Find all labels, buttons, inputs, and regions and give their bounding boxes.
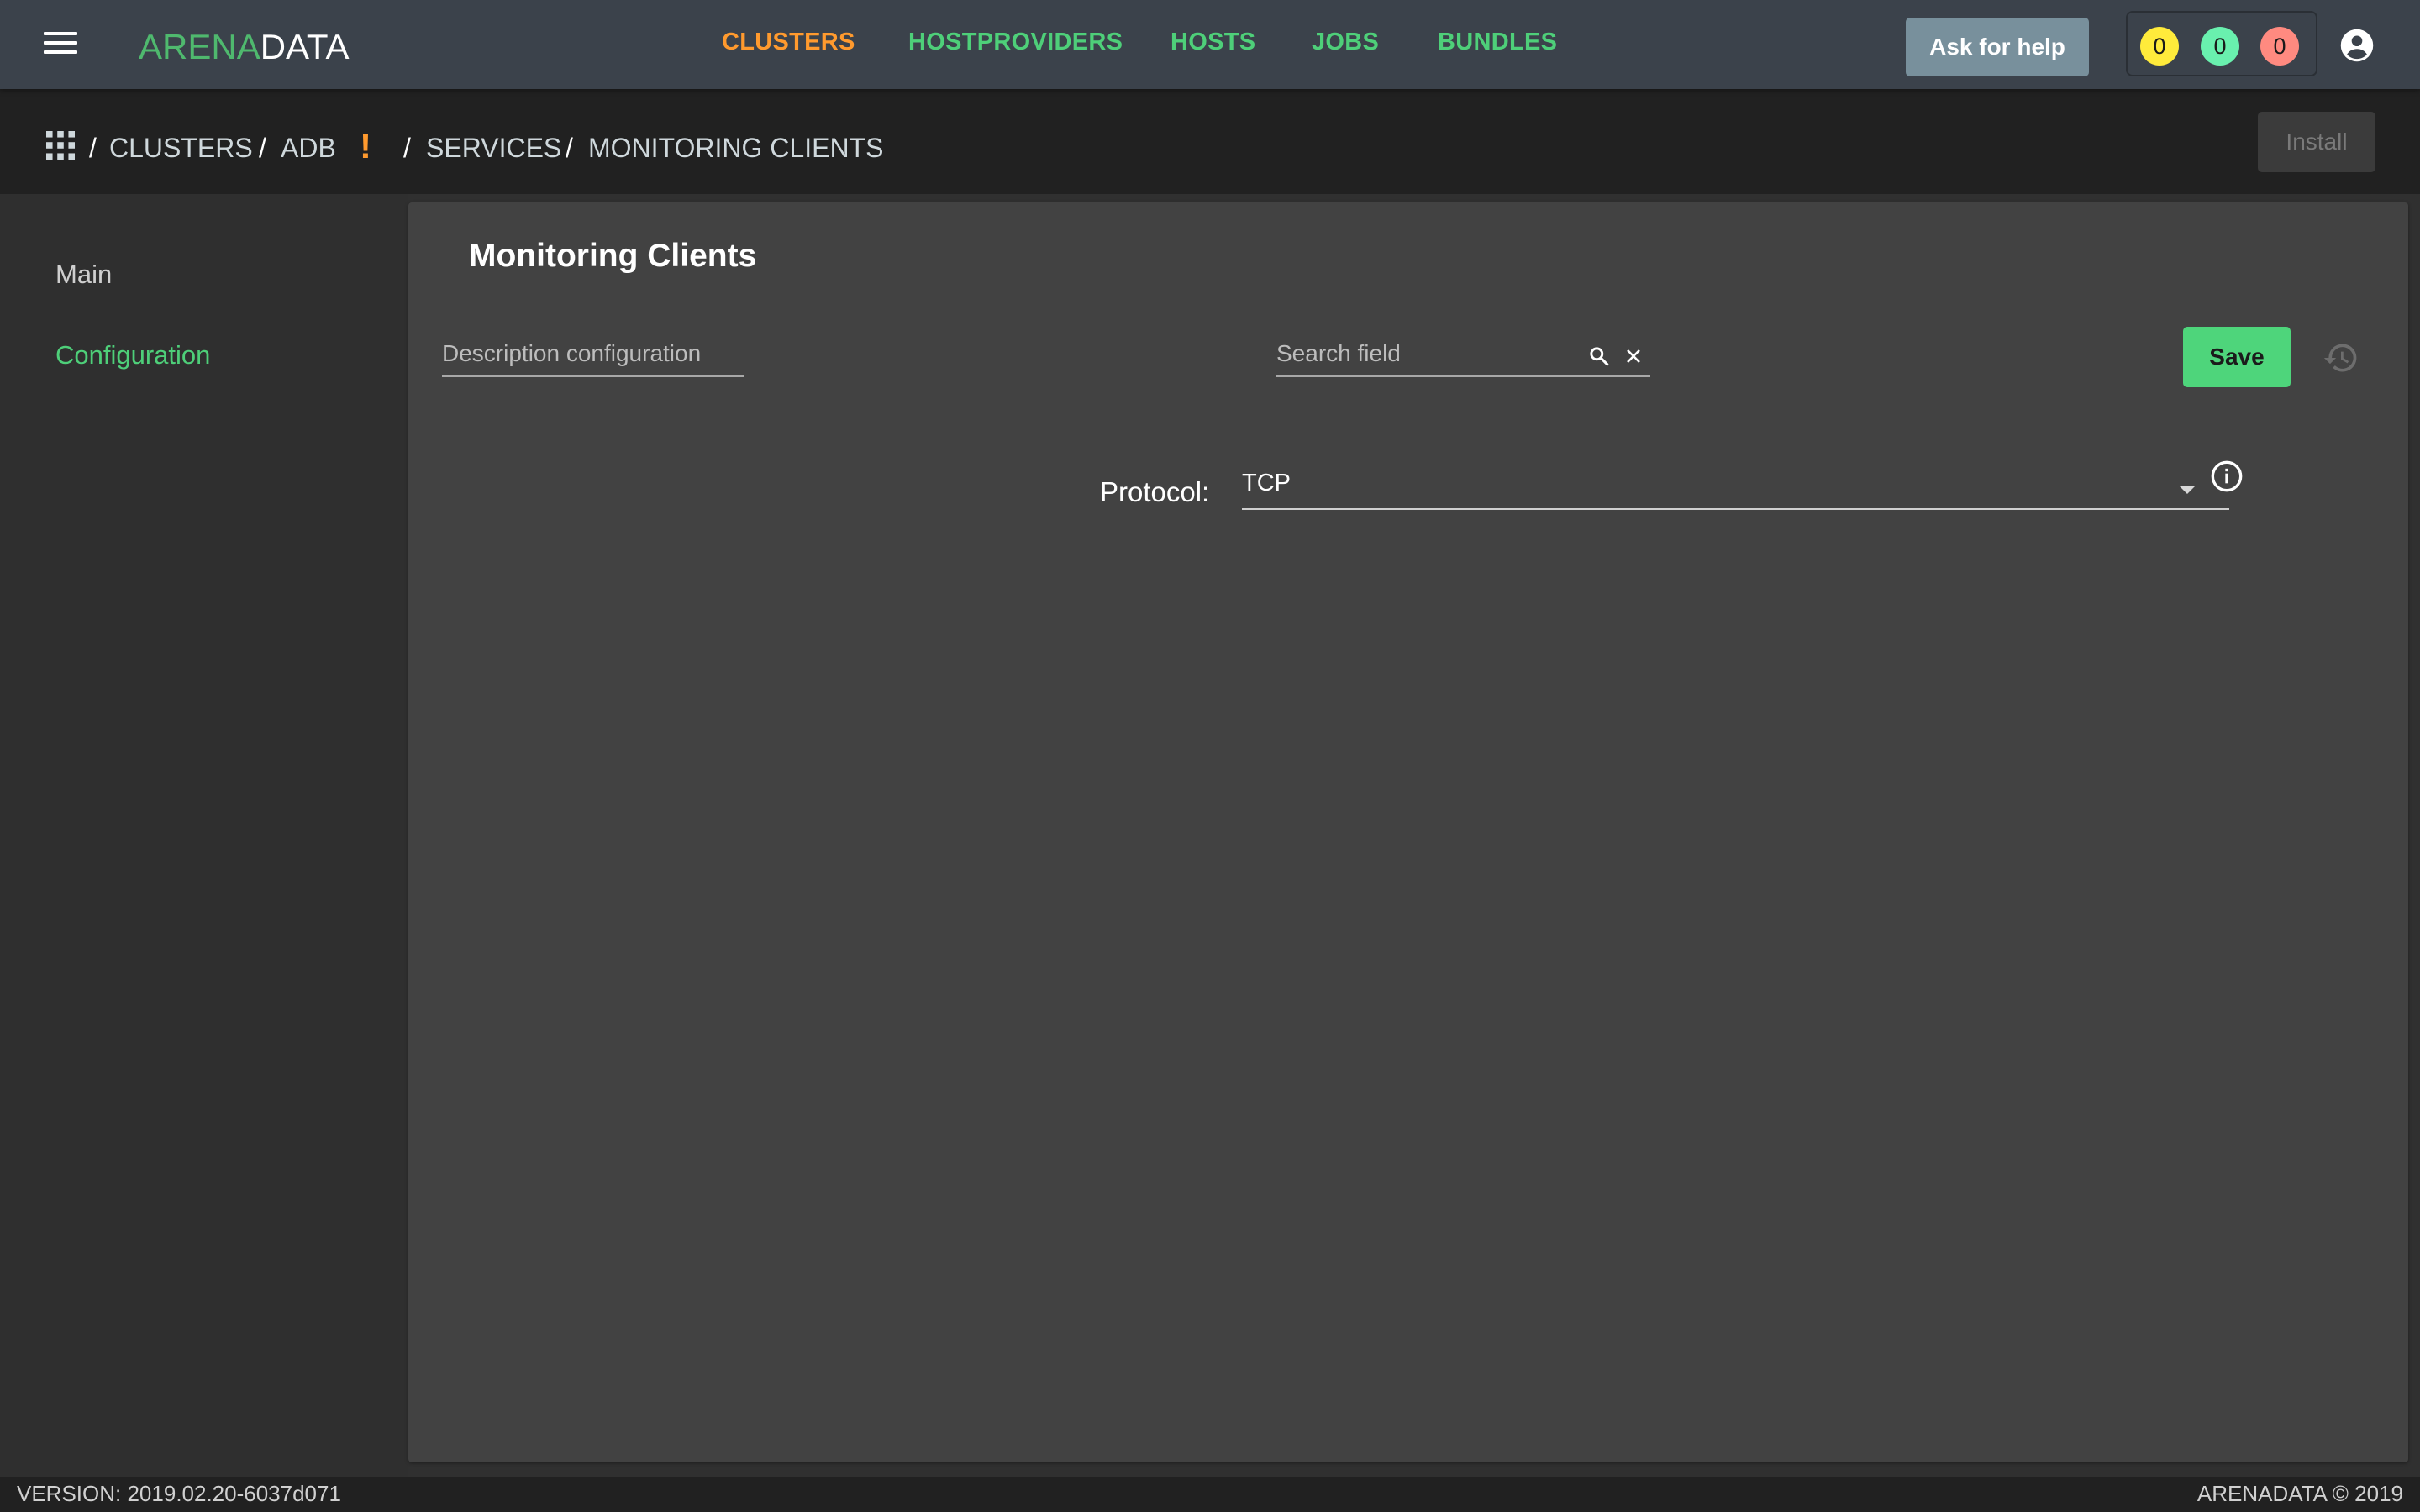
breadcrumb-services[interactable]: SERVICES	[426, 133, 561, 164]
version-text: VERSION: 2019.02.20-6037d071	[17, 1481, 341, 1506]
protocol-select[interactable]: TCP	[1242, 466, 2229, 510]
counter-failed[interactable]: 0	[2260, 27, 2299, 66]
nav-jobs[interactable]: JOBS	[1312, 29, 1379, 56]
clear-search-icon[interactable]	[1623, 346, 1644, 366]
apps-grid-icon[interactable]	[46, 131, 75, 160]
description-configuration-field[interactable]	[442, 340, 744, 377]
nav-hosts[interactable]: HOSTS	[1171, 29, 1255, 56]
breadcrumb-separator: /	[566, 133, 573, 163]
install-button[interactable]: Install	[2258, 112, 2375, 172]
breadcrumb-separator: /	[259, 133, 266, 163]
breadcrumb-clusters[interactable]: CLUSTERS	[109, 133, 253, 164]
top-navbar: ARENADATA CLUSTERS HOSTPROVIDERS HOSTS J…	[0, 0, 2420, 89]
configuration-panel: Monitoring Clients Save Protocol: TCP	[408, 202, 2408, 1462]
nav-bundles[interactable]: BUNDLES	[1438, 29, 1557, 56]
history-icon[interactable]	[2323, 339, 2360, 376]
nav-hostproviders[interactable]: HOSTPROVIDERS	[908, 29, 1123, 56]
description-configuration-input[interactable]	[442, 340, 744, 367]
task-counters: 0 0 0	[2126, 11, 2317, 76]
copyright-text: ARENADATA © 2019	[2196, 1481, 2403, 1506]
left-sidebar: Main Configuration	[0, 194, 408, 1477]
sidebar-item-configuration[interactable]: Configuration	[55, 340, 210, 370]
protocol-select-value: TCP	[1242, 470, 1291, 496]
nav-clusters[interactable]: CLUSTERS	[722, 29, 855, 56]
save-button[interactable]: Save	[2183, 327, 2291, 387]
breadcrumb-separator: /	[403, 133, 411, 163]
search-icon[interactable]	[1588, 345, 1610, 367]
footer: VERSION: 2019.02.20-6037d071 ARENADATA ©…	[0, 1477, 2420, 1512]
warning-exclamation-icon[interactable]: !	[360, 126, 371, 166]
sidebar-item-main[interactable]: Main	[55, 260, 112, 290]
search-input[interactable]	[1276, 340, 1587, 367]
breadcrumb-adb[interactable]: ADB	[281, 133, 336, 164]
breadcrumb-monitoring-clients: MONITORING CLIENTS	[588, 133, 884, 163]
info-icon[interactable]	[2210, 459, 2244, 493]
breadcrumb-separator: /	[89, 133, 97, 163]
counter-running[interactable]: 0	[2140, 27, 2179, 66]
page-title: Monitoring Clients	[469, 238, 757, 274]
account-circle-icon[interactable]	[2339, 28, 2375, 63]
counter-success[interactable]: 0	[2201, 27, 2239, 66]
protocol-label: Protocol:	[1100, 476, 1210, 507]
dropdown-arrow-icon	[2180, 486, 2195, 494]
ask-for-help-button[interactable]: Ask for help	[1906, 18, 2089, 76]
breadcrumb-bar: / CLUSTERS / ADB ! / SERVICES / MONITORI…	[0, 89, 2420, 194]
